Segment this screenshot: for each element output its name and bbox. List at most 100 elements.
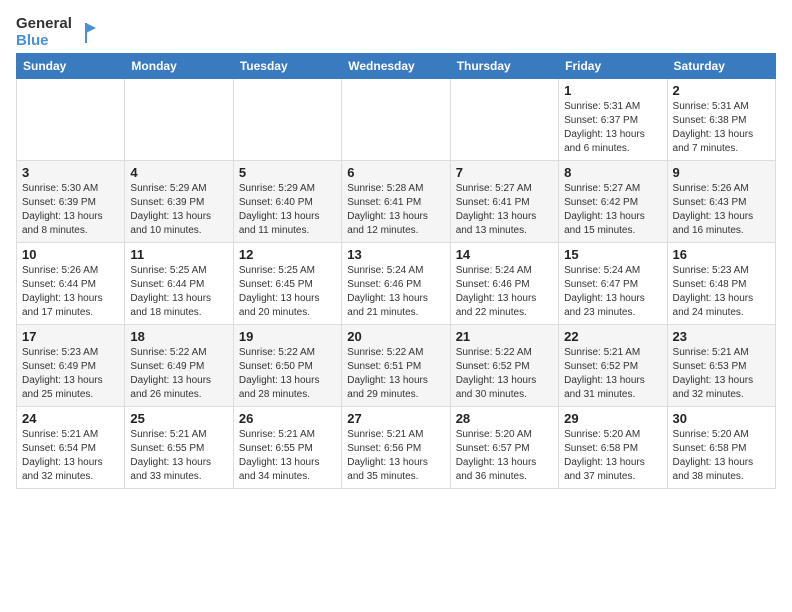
day-info: Sunrise: 5:28 AM Sunset: 6:41 PM Dayligh… xyxy=(347,182,444,238)
calendar-cell: 12Sunrise: 5:25 AM Sunset: 6:45 PM Dayli… xyxy=(233,243,341,325)
calendar-header-row: SundayMondayTuesdayWednesdayThursdayFrid… xyxy=(17,54,776,79)
day-number: 18 xyxy=(130,329,227,344)
calendar-cell: 20Sunrise: 5:22 AM Sunset: 6:51 PM Dayli… xyxy=(342,325,450,407)
calendar-cell: 17 Sunrise: 5:23 AM Sunset: 6:49 PM Dayli… xyxy=(17,325,125,407)
logo: General Blue xyxy=(16,16,96,49)
logo-flag-icon xyxy=(76,23,96,43)
day-info: Sunrise: 5:29 AM Sunset: 6:39 PM Dayligh… xyxy=(130,182,227,238)
day-info: Sunrise: 5:22 AM Sunset: 6:51 PM Dayligh… xyxy=(347,346,444,402)
calendar-cell: 28 Sunrise: 5:20 AM Sunset: 6:57 PM Dayli… xyxy=(450,407,558,489)
day-number: 28 xyxy=(456,411,553,426)
day-info: Sunrise: 5:31 AM Sunset: 6:38 PM Dayligh… xyxy=(673,100,770,156)
day-number: 23 xyxy=(673,329,770,344)
day-info: Sunrise: 5:21 AM Sunset: 6:55 PM Dayligh… xyxy=(239,428,336,484)
day-info: Sunrise: 5:20 AM Sunset: 6:58 PM Dayligh… xyxy=(564,428,661,484)
logo-line2: Blue xyxy=(16,33,72,50)
col-header-sunday: Sunday xyxy=(17,54,125,79)
calendar-cell: 6 Sunrise: 5:28 AM Sunset: 6:41 PM Daylig… xyxy=(342,161,450,243)
page-header: General Blue xyxy=(16,16,776,49)
day-number: 6 xyxy=(347,165,444,180)
day-number: 12 xyxy=(239,247,336,262)
calendar-cell xyxy=(125,79,233,161)
day-number: 1 xyxy=(564,83,661,98)
calendar-cell xyxy=(233,79,341,161)
day-info: Sunrise: 5:27 AM Sunset: 6:41 PM Dayligh… xyxy=(456,182,553,238)
calendar-cell: 1 Sunrise: 5:31 AM Sunset: 6:37 PM Daylig… xyxy=(559,79,667,161)
day-info: Sunrise: 5:26 AM Sunset: 6:43 PM Dayligh… xyxy=(673,182,770,238)
calendar-cell: 29 Sunrise: 5:20 AM Sunset: 6:58 PM Dayli… xyxy=(559,407,667,489)
col-header-thursday: Thursday xyxy=(450,54,558,79)
calendar-cell: 14 Sunrise: 5:24 AM Sunset: 6:46 PM Dayli… xyxy=(450,243,558,325)
calendar-cell xyxy=(17,79,125,161)
day-number: 2 xyxy=(673,83,770,98)
day-number: 24 xyxy=(22,411,119,426)
day-number: 19 xyxy=(239,329,336,344)
day-info: Sunrise: 5:25 AM Sunset: 6:44 PM Dayligh… xyxy=(130,264,227,320)
calendar-cell: 2 Sunrise: 5:31 AM Sunset: 6:38 PM Daylig… xyxy=(667,79,775,161)
day-number: 8 xyxy=(564,165,661,180)
calendar-cell: 3 Sunrise: 5:30 AM Sunset: 6:39 PM Daylig… xyxy=(17,161,125,243)
day-number: 27 xyxy=(347,411,444,426)
day-info: Sunrise: 5:21 AM Sunset: 6:56 PM Dayligh… xyxy=(347,428,444,484)
day-number: 25 xyxy=(130,411,227,426)
day-number: 5 xyxy=(239,165,336,180)
calendar-cell: 23Sunrise: 5:21 AM Sunset: 6:53 PM Dayli… xyxy=(667,325,775,407)
day-info: Sunrise: 5:20 AM Sunset: 6:57 PM Dayligh… xyxy=(456,428,553,484)
day-number: 21 xyxy=(456,329,553,344)
day-number: 14 xyxy=(456,247,553,262)
day-number: 26 xyxy=(239,411,336,426)
calendar-cell xyxy=(342,79,450,161)
day-number: 9 xyxy=(673,165,770,180)
calendar-cell: 11 Sunrise: 5:25 AM Sunset: 6:44 PM Dayli… xyxy=(125,243,233,325)
day-number: 3 xyxy=(22,165,119,180)
day-number: 15 xyxy=(564,247,661,262)
calendar-cell: 19 Sunrise: 5:22 AM Sunset: 6:50 PM Dayli… xyxy=(233,325,341,407)
col-header-tuesday: Tuesday xyxy=(233,54,341,79)
calendar-cell: 22Sunrise: 5:21 AM Sunset: 6:52 PM Dayli… xyxy=(559,325,667,407)
day-info: Sunrise: 5:21 AM Sunset: 6:55 PM Dayligh… xyxy=(130,428,227,484)
day-info: Sunrise: 5:21 AM Sunset: 6:54 PM Dayligh… xyxy=(22,428,119,484)
week-row-4: 17 Sunrise: 5:23 AM Sunset: 6:49 PM Dayli… xyxy=(17,325,776,407)
day-info: Sunrise: 5:24 AM Sunset: 6:46 PM Dayligh… xyxy=(456,264,553,320)
calendar-cell: 18 Sunrise: 5:22 AM Sunset: 6:49 PM Dayli… xyxy=(125,325,233,407)
day-info: Sunrise: 5:22 AM Sunset: 6:50 PM Dayligh… xyxy=(239,346,336,402)
calendar-cell: 26 Sunrise: 5:21 AM Sunset: 6:55 PM Dayli… xyxy=(233,407,341,489)
day-info: Sunrise: 5:24 AM Sunset: 6:47 PM Dayligh… xyxy=(564,264,661,320)
day-number: 10 xyxy=(22,247,119,262)
day-number: 29 xyxy=(564,411,661,426)
day-info: Sunrise: 5:26 AM Sunset: 6:44 PM Dayligh… xyxy=(22,264,119,320)
logo-line1: General xyxy=(16,16,72,33)
day-number: 11 xyxy=(130,247,227,262)
calendar-cell: 9 Sunrise: 5:26 AM Sunset: 6:43 PM Daylig… xyxy=(667,161,775,243)
day-info: Sunrise: 5:30 AM Sunset: 6:39 PM Dayligh… xyxy=(22,182,119,238)
day-info: Sunrise: 5:22 AM Sunset: 6:52 PM Dayligh… xyxy=(456,346,553,402)
calendar-cell: 27 Sunrise: 5:21 AM Sunset: 6:56 PM Dayli… xyxy=(342,407,450,489)
day-info: Sunrise: 5:27 AM Sunset: 6:42 PM Dayligh… xyxy=(564,182,661,238)
day-info: Sunrise: 5:29 AM Sunset: 6:40 PM Dayligh… xyxy=(239,182,336,238)
col-header-wednesday: Wednesday xyxy=(342,54,450,79)
day-number: 13 xyxy=(347,247,444,262)
col-header-saturday: Saturday xyxy=(667,54,775,79)
calendar-cell: 30Sunrise: 5:20 AM Sunset: 6:58 PM Dayli… xyxy=(667,407,775,489)
calendar-cell: 13 Sunrise: 5:24 AM Sunset: 6:46 PM Dayli… xyxy=(342,243,450,325)
day-info: Sunrise: 5:24 AM Sunset: 6:46 PM Dayligh… xyxy=(347,264,444,320)
day-number: 30 xyxy=(673,411,770,426)
week-row-5: 24 Sunrise: 5:21 AM Sunset: 6:54 PM Dayli… xyxy=(17,407,776,489)
week-row-2: 3 Sunrise: 5:30 AM Sunset: 6:39 PM Daylig… xyxy=(17,161,776,243)
day-number: 22 xyxy=(564,329,661,344)
col-header-monday: Monday xyxy=(125,54,233,79)
day-number: 7 xyxy=(456,165,553,180)
day-number: 17 xyxy=(22,329,119,344)
calendar-cell: 24 Sunrise: 5:21 AM Sunset: 6:54 PM Dayli… xyxy=(17,407,125,489)
calendar-cell: 8 Sunrise: 5:27 AM Sunset: 6:42 PM Daylig… xyxy=(559,161,667,243)
day-info: Sunrise: 5:31 AM Sunset: 6:37 PM Dayligh… xyxy=(564,100,661,156)
day-info: Sunrise: 5:23 AM Sunset: 6:49 PM Dayligh… xyxy=(22,346,119,402)
day-info: Sunrise: 5:22 AM Sunset: 6:49 PM Dayligh… xyxy=(130,346,227,402)
day-number: 4 xyxy=(130,165,227,180)
calendar-cell: 5 Sunrise: 5:29 AM Sunset: 6:40 PM Daylig… xyxy=(233,161,341,243)
calendar-cell: 10 Sunrise: 5:26 AM Sunset: 6:44 PM Dayli… xyxy=(17,243,125,325)
day-info: Sunrise: 5:23 AM Sunset: 6:48 PM Dayligh… xyxy=(673,264,770,320)
week-row-1: 1 Sunrise: 5:31 AM Sunset: 6:37 PM Daylig… xyxy=(17,79,776,161)
calendar-cell: 21 Sunrise: 5:22 AM Sunset: 6:52 PM Dayli… xyxy=(450,325,558,407)
calendar-cell: 16Sunrise: 5:23 AM Sunset: 6:48 PM Dayli… xyxy=(667,243,775,325)
